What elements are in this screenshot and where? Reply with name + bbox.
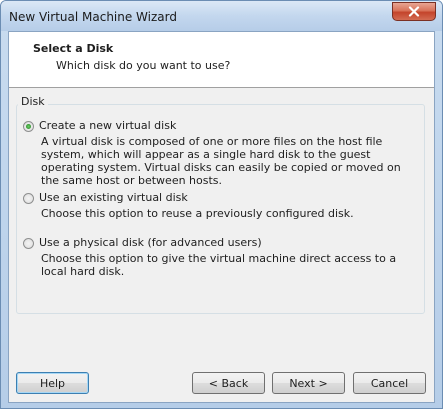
option-new-disk-description: A virtual disk is composed of one or mor… — [41, 135, 401, 187]
option-physical-disk-description: Choose this option to give the virtual m… — [41, 252, 397, 278]
next-button[interactable]: Next > — [272, 372, 345, 394]
back-button[interactable]: < Back — [192, 372, 265, 394]
option-physical-disk-label[interactable]: Use a physical disk (for advanced users) — [39, 236, 262, 249]
page-title: Select a Disk — [33, 42, 114, 55]
option-new-disk-label[interactable]: Create a new virtual disk — [39, 119, 176, 132]
wizard-body: Select a Disk Which disk do you want to … — [8, 31, 435, 403]
wizard-window: New Virtual Machine Wizard Select a Disk… — [0, 0, 443, 409]
disk-group-label: Disk — [18, 95, 48, 108]
help-button[interactable]: Help — [16, 372, 89, 394]
cancel-button[interactable]: Cancel — [353, 372, 426, 394]
option-existing-disk-description: Choose this option to reuse a previously… — [41, 207, 354, 220]
option-existing-disk-label[interactable]: Use an existing virtual disk — [39, 191, 188, 204]
radio-new-disk[interactable] — [23, 121, 34, 132]
radio-existing-disk[interactable] — [23, 193, 34, 204]
window-title: New Virtual Machine Wizard — [9, 10, 177, 24]
close-icon — [408, 6, 420, 17]
title-bar: New Virtual Machine Wizard — [1, 1, 442, 31]
page-subtitle: Which disk do you want to use? — [56, 59, 231, 72]
close-button[interactable] — [392, 2, 436, 21]
wizard-header: Select a Disk Which disk do you want to … — [9, 32, 434, 88]
radio-physical-disk[interactable] — [23, 238, 34, 249]
